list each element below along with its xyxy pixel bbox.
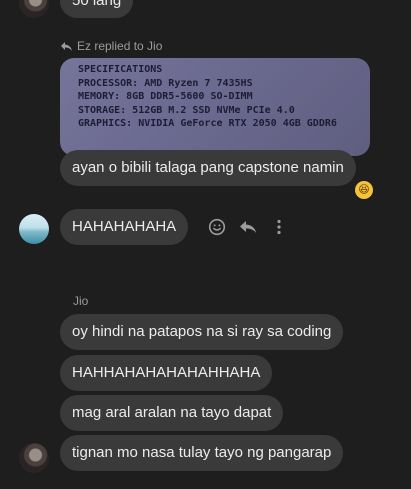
reply-arrow-icon (60, 41, 73, 52)
message-bubble[interactable]: ayan o bibili talaga pang capstone namin (60, 150, 356, 186)
reply-arrow-icon[interactable] (238, 219, 258, 235)
spec-heading: SPECIFICATIONS (78, 64, 163, 75)
message-bubble[interactable]: 50 lang (60, 0, 134, 18)
more-vertical-icon[interactable] (276, 218, 282, 236)
message-text: mag aral aralan na tayo dapat (72, 404, 272, 421)
quoted-image[interactable]: SPECIFICATIONS PROCESSOR: AMD Ryzen 7 74… (60, 58, 370, 156)
message-bubble[interactable]: oy hindi na patapos na si ray sa coding (60, 314, 344, 350)
reaction-glyph: 😆 (358, 184, 370, 196)
avatar-jio[interactable] (19, 443, 49, 473)
smiley-react-icon[interactable] (208, 218, 226, 236)
sender-name: Jio (73, 294, 89, 308)
spec-line: MEMORY: 8GB DDR5-5600 SO-DIMM (78, 91, 253, 102)
message-text: ayan o bibili talaga pang capstone namin (72, 159, 344, 176)
message-text: HAHAHAHAHA (72, 218, 177, 235)
message-text: tignan mo nasa tulay tayo ng pangarap (72, 444, 332, 461)
reply-label: Ez replied to Jio (77, 39, 163, 53)
avatar-jio-top[interactable] (19, 0, 49, 18)
reaction-emoji[interactable]: 😆 (355, 181, 373, 199)
message-bubble[interactable]: tignan mo nasa tulay tayo ng pangarap (60, 435, 344, 471)
message-bubble[interactable]: HAHAHAHAHA (60, 209, 189, 245)
spec-line: PROCESSOR: AMD Ryzen 7 7435HS (78, 77, 253, 89)
message-bubble[interactable]: HAHHAHAHAHAHAHHAHA (60, 355, 273, 391)
avatar-ez[interactable] (19, 214, 49, 244)
spec-line: STORAGE: 512GB M.2 SSD NVMe PCIe 4.0 (78, 104, 295, 116)
message-bubble[interactable]: mag aral aralan na tayo dapat (60, 395, 284, 431)
message-text: 50 lang (72, 0, 122, 9)
reply-indicator: Ez replied to Jio (60, 39, 162, 53)
message-text: HAHHAHAHAHAHAHHAHA (72, 364, 261, 381)
spec-line: GRAPHICS: NVIDIA GeForce RTX 2050 4GB GD… (78, 118, 337, 129)
message-text: oy hindi na patapos na si ray sa coding (72, 323, 332, 340)
